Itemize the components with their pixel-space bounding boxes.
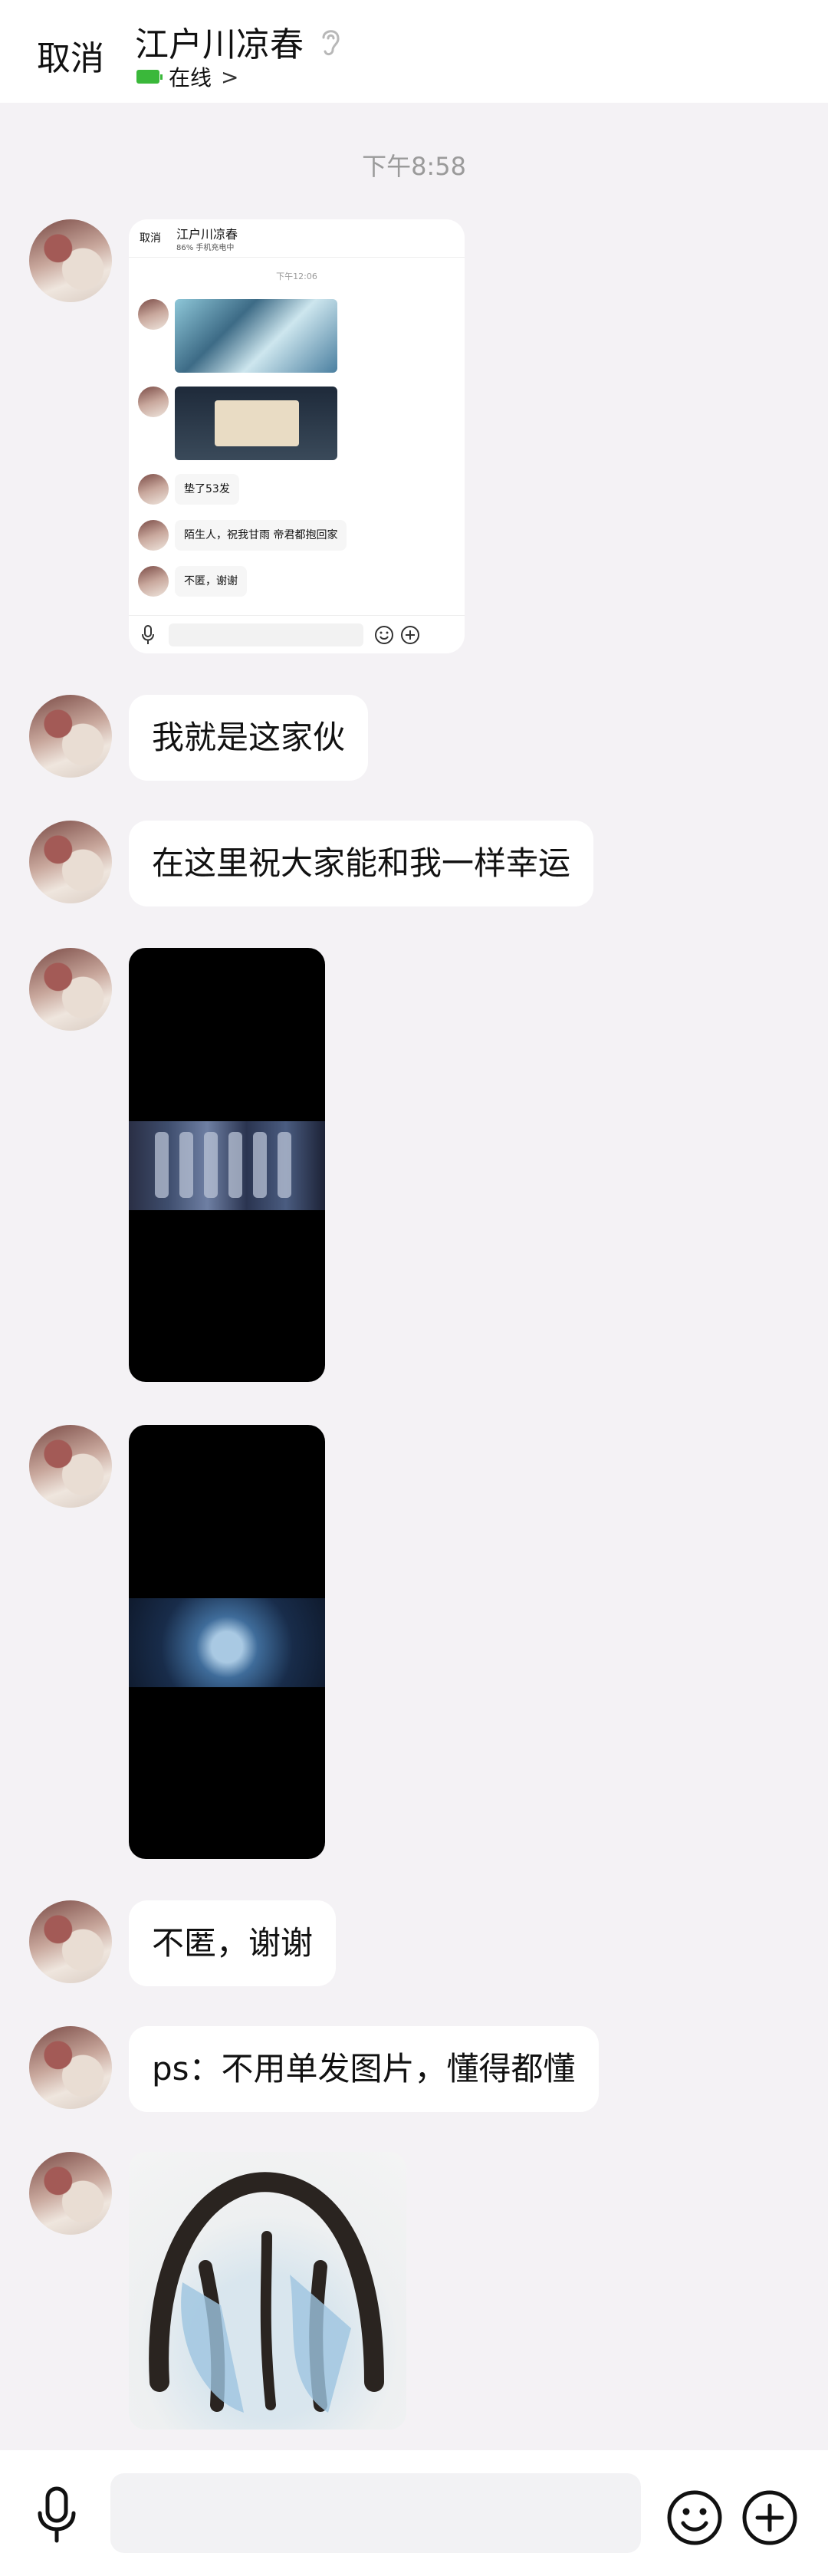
screenshot-input-bar — [129, 615, 465, 653]
chat-header: 取消 江户川凉春 在线 > — [0, 0, 828, 103]
ear-icon[interactable] — [317, 25, 343, 58]
screenshot-image[interactable]: 取消 江户川凉春 86% 手机充电中 下午12:06 垫了53发 陌生人，祝我甘… — [129, 219, 465, 653]
avatar[interactable] — [29, 2026, 112, 2109]
emoji-icon — [375, 626, 393, 644]
result-card — [228, 1132, 242, 1198]
avatar[interactable] — [29, 219, 112, 302]
result-card — [278, 1132, 291, 1198]
sticker-image[interactable] — [129, 2152, 406, 2430]
avatar[interactable] — [29, 948, 112, 1031]
message-timestamp: 下午8:58 — [362, 152, 466, 181]
avatar[interactable] — [29, 695, 112, 778]
avatar[interactable] — [29, 1900, 112, 1983]
avatar[interactable] — [29, 1425, 112, 1508]
screenshot-avatar — [138, 474, 169, 505]
avatar[interactable] — [29, 2152, 112, 2235]
result-card — [155, 1132, 169, 1198]
cancel-button[interactable]: 取消 — [37, 31, 104, 80]
text-bubble[interactable]: ps：不用单发图片，懂得都懂 — [129, 2026, 599, 2112]
avatar[interactable] — [29, 821, 112, 903]
message-input-bar — [0, 2450, 828, 2576]
plus-icon[interactable] — [741, 2489, 799, 2547]
microphone-icon[interactable] — [34, 2486, 80, 2544]
chevron-right-icon: > — [221, 64, 239, 90]
status-text: 在线 — [169, 65, 212, 90]
battery-icon — [136, 70, 163, 84]
emoji-icon[interactable] — [665, 2489, 724, 2547]
text-bubble[interactable]: 不匿，谢谢 — [129, 1900, 337, 1986]
screenshot-timestamp: 下午12:06 — [276, 271, 317, 281]
text-bubble[interactable]: 在这里祝大家能和我一样幸运 — [129, 821, 594, 906]
crying-face-sticker — [149, 2172, 384, 2413]
message-input-field[interactable] — [110, 2473, 641, 2553]
plus-icon — [401, 626, 419, 644]
screenshot-status: 86% 手机充电中 — [176, 244, 235, 252]
screenshot-input-field — [169, 623, 363, 646]
gacha-result-image — [129, 1598, 325, 1687]
result-card — [253, 1132, 267, 1198]
image-message[interactable] — [129, 948, 325, 1382]
online-status[interactable]: 在线 > — [136, 61, 238, 92]
screenshot-header: 取消 江户川凉春 86% 手机充电中 — [129, 219, 465, 258]
microphone-icon — [142, 625, 154, 644]
screenshot-text-bubble: 垫了53发 — [175, 474, 239, 505]
image-message[interactable] — [129, 1425, 325, 1859]
chat-title[interactable]: 江户川凉春 — [135, 17, 343, 66]
result-card — [204, 1132, 218, 1198]
screenshot-image-2 — [175, 387, 337, 460]
screenshot-avatar — [138, 520, 169, 551]
screenshot-avatar — [138, 566, 169, 597]
screenshot-text-bubble: 陌生人，祝我甘雨 帝君都抱回家 — [175, 520, 347, 551]
screenshot-title: 江户川凉春 — [176, 227, 238, 242]
screenshot-cancel-text: 取消 — [140, 232, 161, 245]
screenshot-image-1 — [175, 299, 337, 373]
screenshot-text-bubble: 不匿，谢谢 — [175, 566, 247, 597]
text-bubble[interactable]: 我就是这家伙 — [129, 695, 369, 781]
screenshot-avatar — [138, 387, 169, 417]
result-card — [179, 1132, 193, 1198]
screenshot-avatar — [138, 299, 169, 330]
contact-name: 江户川凉春 — [135, 25, 304, 64]
